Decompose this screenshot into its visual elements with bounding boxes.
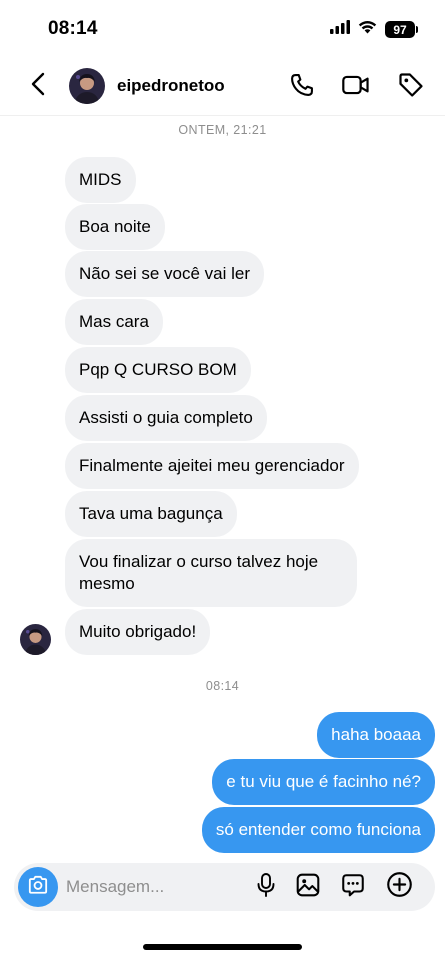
home-indicator[interactable] — [143, 944, 302, 950]
video-camera-icon — [341, 71, 371, 104]
phone-icon — [288, 71, 316, 104]
tag-icon — [397, 71, 425, 104]
timestamp: ONTEM, 21:21 — [178, 123, 267, 137]
outgoing-message[interactable]: só entender como funciona — [201, 807, 435, 853]
back-icon — [31, 72, 45, 101]
sticker-button[interactable] — [339, 873, 367, 901]
avatar[interactable] — [69, 68, 105, 104]
outgoing-message[interactable]: haha boaaa — [317, 712, 435, 758]
status-time: 08:14 — [48, 18, 98, 39]
camera-button[interactable] — [18, 867, 58, 907]
message-input[interactable] — [66, 876, 236, 898]
cellular-signal-icon — [330, 20, 350, 39]
incoming-message[interactable]: Não sei se você vai ler — [65, 251, 265, 297]
video-call-button[interactable] — [341, 72, 371, 102]
battery-indicator: 97 — [385, 21, 418, 38]
microphone-icon — [254, 872, 278, 903]
status-bar: 08:14 97 — [0, 0, 445, 58]
incoming-message[interactable]: Assisti o guia completo — [65, 395, 267, 441]
incoming-message[interactable]: Finalmente ajeitei meu gerenciador — [65, 443, 359, 489]
incoming-message[interactable]: MIDS — [65, 157, 136, 203]
username[interactable]: eipedronetoo — [117, 76, 225, 96]
chat-header: eipedronetoo — [0, 58, 445, 116]
camera-icon — [27, 875, 49, 900]
add-icon — [386, 871, 413, 903]
sender-avatar[interactable] — [20, 624, 51, 655]
incoming-message[interactable]: Mas cara — [65, 299, 163, 345]
call-button[interactable] — [287, 72, 317, 102]
wifi-icon — [358, 20, 377, 39]
voice-message-button[interactable] — [252, 872, 280, 903]
incoming-message[interactable]: Tava uma bagunça — [65, 491, 237, 537]
incoming-message[interactable]: Boa noite — [65, 204, 165, 250]
gallery-icon — [295, 872, 321, 903]
more-options-button[interactable] — [385, 871, 413, 903]
back-button[interactable] — [24, 72, 52, 100]
sticker-icon — [340, 872, 366, 903]
message-composer — [14, 863, 435, 911]
incoming-message[interactable]: Vou finalizar o curso talvez hoje mesmo — [65, 539, 357, 607]
outgoing-message[interactable]: e tu viu que é facinho né? — [212, 759, 435, 805]
label-button[interactable] — [396, 72, 426, 102]
incoming-message[interactable]: Muito obrigado! — [65, 609, 211, 655]
timestamp: 08:14 — [205, 679, 240, 693]
gallery-button[interactable] — [294, 873, 322, 901]
status-icons: 97 — [330, 20, 418, 39]
incoming-message[interactable]: Pqp Q CURSO BOM — [65, 347, 251, 393]
